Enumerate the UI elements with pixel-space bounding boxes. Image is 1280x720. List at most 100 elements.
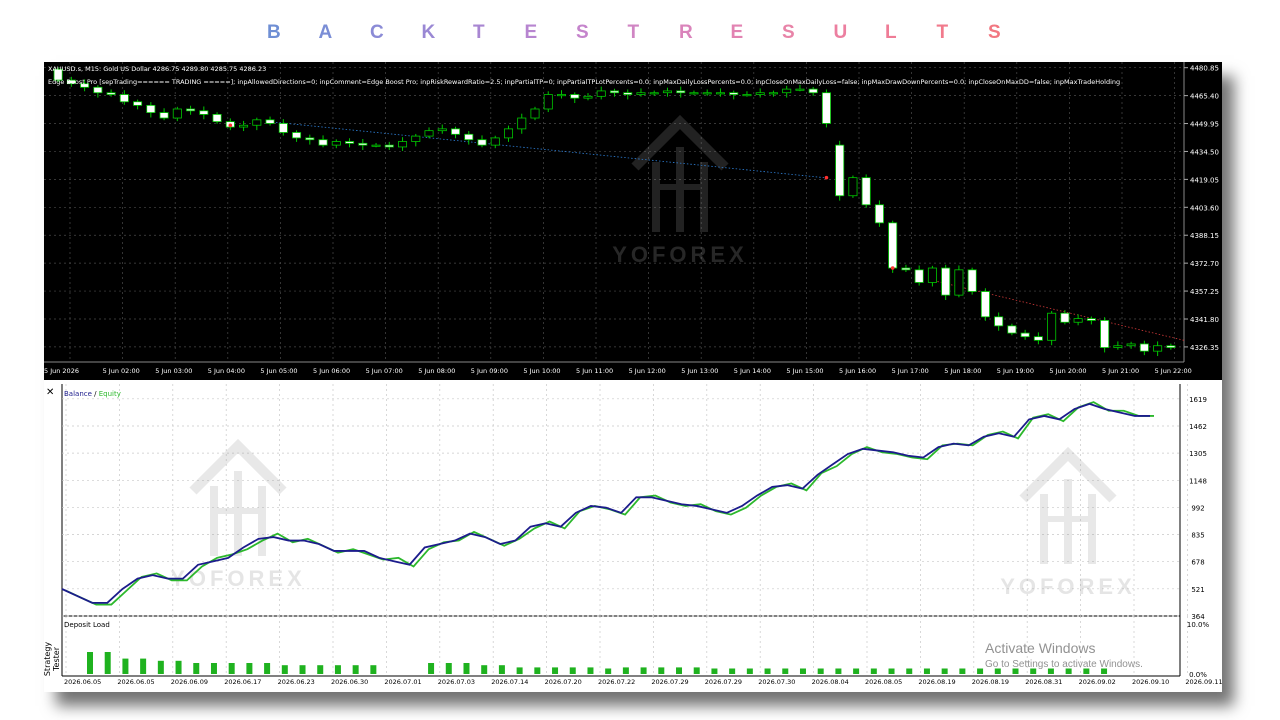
x-tick-label: 2026.09.11	[1185, 678, 1222, 686]
deposit-bar	[906, 668, 913, 674]
watermark-bar	[700, 162, 708, 232]
candle	[1047, 312, 1057, 341]
candle	[782, 88, 792, 94]
strategy-tester-tab[interactable]: Strategy Tester	[44, 639, 61, 679]
x-tick-label: 5 Jun 17:00	[892, 367, 929, 375]
x-tick-label: 2026.07.01	[384, 678, 421, 686]
y-tick-label: 992	[1191, 504, 1204, 512]
watermark-bar	[210, 486, 218, 556]
deposit-bar	[193, 663, 200, 674]
watermark-bar	[258, 486, 266, 556]
x-tick-label: 2026.07.14	[491, 678, 528, 686]
x-tick-label: 5 Jun 20:00	[1049, 367, 1086, 375]
deposit-bar	[923, 668, 930, 674]
title-letter: S	[576, 22, 589, 43]
x-tick-label: 2026.08.05	[865, 678, 902, 686]
candle	[874, 204, 884, 224]
deposit-bar	[888, 668, 895, 674]
candle	[848, 177, 858, 197]
candle	[212, 114, 222, 123]
candle	[954, 269, 964, 296]
candle	[424, 130, 434, 137]
candle	[530, 108, 540, 119]
candle	[358, 142, 368, 146]
watermark-bar	[652, 184, 708, 190]
candle	[1020, 332, 1030, 338]
x-tick-label: 5 Jun 09:00	[471, 367, 508, 375]
candle	[451, 128, 461, 135]
candle	[133, 101, 143, 106]
candle	[106, 92, 116, 95]
title-letter: E	[524, 22, 538, 43]
deposit-bar	[729, 668, 736, 674]
candle	[186, 108, 196, 112]
candle	[609, 90, 619, 94]
y-tick-label: 4449.95	[1190, 121, 1219, 129]
legend-balance: Balance	[64, 390, 92, 398]
watermark-bar	[1088, 494, 1096, 564]
x-tick-label: 2026.06.17	[224, 678, 261, 686]
candle	[411, 135, 421, 142]
candle	[318, 139, 328, 146]
chart-legend: Balance / Equity	[64, 390, 121, 398]
candle	[623, 92, 633, 95]
deposit-bar	[870, 668, 877, 674]
price-grid	[44, 62, 1184, 362]
deposit-bar	[317, 665, 324, 674]
title-letter: K	[421, 22, 436, 43]
x-tick-label: 5 Jun 11:00	[576, 367, 613, 375]
candle	[517, 117, 527, 130]
x-tick-label: 2026.07.20	[545, 678, 582, 686]
x-tick-label: 5 Jun 14:00	[734, 367, 771, 375]
candle	[543, 94, 553, 110]
y-tick-label: 4434.50	[1190, 148, 1219, 156]
watermark-text: YOFOREX	[170, 566, 306, 591]
deposit-bar	[228, 663, 235, 674]
page-title: BACKTESTRESULTS	[0, 22, 1280, 48]
activate-windows-watermark: Activate Windows Go to Settings to activ…	[985, 640, 1143, 670]
price-chart[interactable]: YOFOREX 4480.85 4465.40 4449.95 4434.50 4419.…	[44, 62, 1222, 380]
deposit-bar	[516, 667, 523, 674]
y-tick-label: 4465.40	[1190, 93, 1219, 101]
candle	[172, 108, 182, 119]
y-tick-label: 4357.25	[1190, 288, 1219, 296]
x-tick-label: 2026.06.05	[64, 678, 101, 686]
x-tick-label: 2026.07.30	[758, 678, 795, 686]
deposit-bar	[87, 652, 93, 674]
candle	[464, 133, 474, 141]
candle	[199, 110, 209, 115]
title-letter: S	[782, 22, 795, 43]
candle	[729, 92, 739, 95]
candle	[1007, 325, 1017, 334]
deposit-bar	[835, 668, 842, 674]
candle	[1139, 343, 1149, 352]
deposit-bar	[210, 663, 217, 674]
candle	[239, 124, 249, 128]
deposit-bar	[264, 663, 271, 674]
candle	[146, 104, 156, 114]
deposit-bar	[140, 658, 147, 674]
activate-line1: Activate Windows	[985, 640, 1096, 656]
title-letter: S	[988, 22, 1001, 43]
title-letter: T	[936, 22, 949, 43]
deposit-bar	[428, 663, 435, 674]
deposit-bar	[799, 668, 806, 674]
close-icon[interactable]: ✕	[46, 387, 54, 398]
deposit-bar	[352, 665, 359, 674]
y-tick-label: 1148	[1189, 477, 1207, 485]
watermark-bar	[652, 162, 660, 232]
deposit-bar	[640, 667, 647, 674]
deposit-bar	[104, 652, 111, 674]
candle	[835, 144, 845, 197]
candle	[1113, 345, 1123, 348]
candle	[583, 95, 593, 99]
x-tick-label: 2026.06.05	[117, 678, 154, 686]
deposit-bar	[299, 665, 306, 674]
trade-marker	[228, 123, 233, 128]
candle	[278, 123, 288, 133]
deposit-bar	[481, 665, 488, 674]
x-tick-label: 5 Jun 02:00	[103, 367, 140, 375]
candle	[967, 269, 977, 292]
y-tick-label: 364	[1191, 613, 1205, 621]
candle	[119, 94, 129, 103]
